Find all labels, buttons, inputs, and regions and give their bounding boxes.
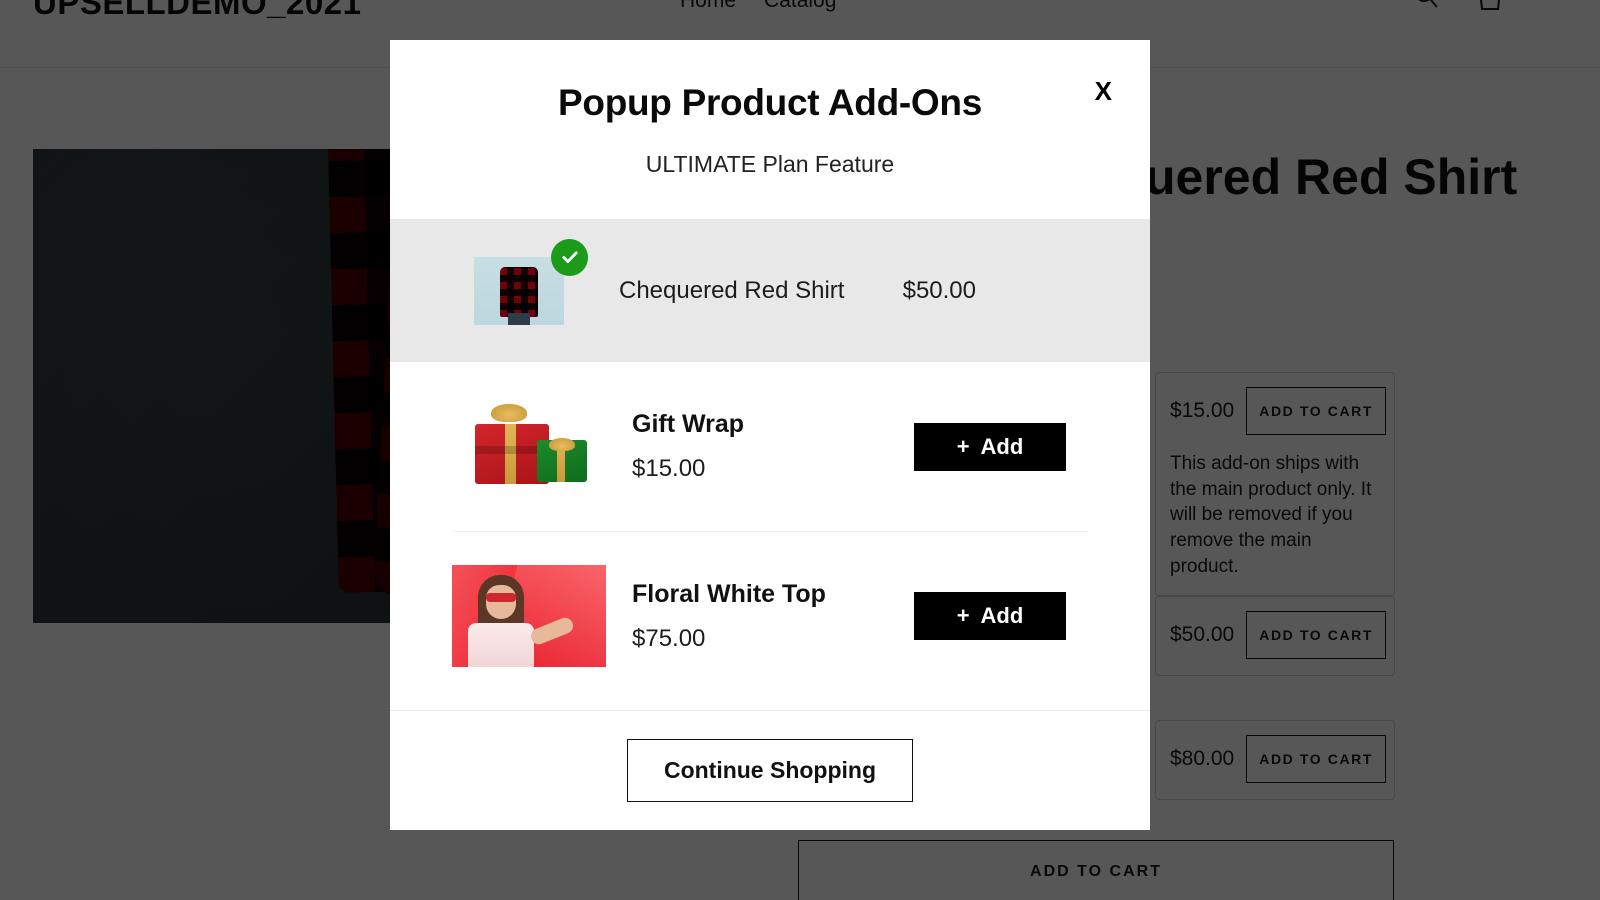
white-top-shape <box>468 623 534 667</box>
green-box-bow-shape <box>549 437 575 451</box>
plus-icon: + <box>956 433 970 459</box>
page-root: UPSELLDEMO_2021 Home Catalog <box>0 0 1600 900</box>
modal-subtitle: ULTIMATE Plan Feature <box>645 151 895 177</box>
addon-thumbnail <box>452 565 606 667</box>
addon-info: Floral White Top $75.00 <box>632 580 914 653</box>
addon-name: Floral White Top <box>632 579 826 608</box>
addon-name: Gift Wrap <box>632 410 745 438</box>
continue-shopping-button[interactable]: Continue Shopping <box>626 739 914 802</box>
selected-product-thumbnail-wrap <box>474 238 588 325</box>
gift-boxes-icon <box>469 403 589 486</box>
sunglasses-shape <box>486 593 516 602</box>
selected-product-name: Chequered Red Shirt <box>619 276 845 304</box>
addon-list: Gift Wrap $15.00 + Add Floral White Top … <box>390 362 1150 710</box>
addon-row: Floral White Top $75.00 + Add <box>452 531 1088 700</box>
close-icon[interactable]: X <box>1095 78 1112 104</box>
addon-info: Gift Wrap $15.00 <box>632 410 914 483</box>
addon-thumbnail <box>452 403 606 486</box>
popup-product-addons-modal: Popup Product Add-Ons X ULTIMATE Plan Fe… <box>390 40 1150 830</box>
modal-footer: Continue Shopping <box>390 710 1150 830</box>
addon-add-button-label: Add <box>980 433 1024 459</box>
addon-add-button[interactable]: + Add <box>914 422 1066 471</box>
selected-product-thumbnail <box>474 256 564 325</box>
check-circle-icon <box>551 238 588 276</box>
red-box-bow-shape <box>491 403 527 422</box>
floral-white-top-image <box>452 565 606 667</box>
selected-product-price: $50.00 <box>902 276 976 304</box>
model-face-shape <box>486 585 516 619</box>
modal-header: Popup Product Add-Ons X ULTIMATE Plan Fe… <box>390 40 1150 178</box>
modal-title: Popup Product Add-Ons <box>558 82 982 123</box>
addon-row: Gift Wrap $15.00 + Add <box>452 362 1088 531</box>
legs-shape <box>508 312 530 325</box>
plaid-shirt-shape <box>500 266 538 317</box>
addon-price: $75.00 <box>632 624 706 652</box>
addon-add-button[interactable]: + Add <box>914 592 1066 640</box>
plus-icon: + <box>956 603 970 628</box>
selected-product-row: Chequered Red Shirt $50.00 <box>390 219 1150 362</box>
addon-price: $15.00 <box>632 455 706 482</box>
addon-add-button-label: Add <box>980 603 1024 628</box>
